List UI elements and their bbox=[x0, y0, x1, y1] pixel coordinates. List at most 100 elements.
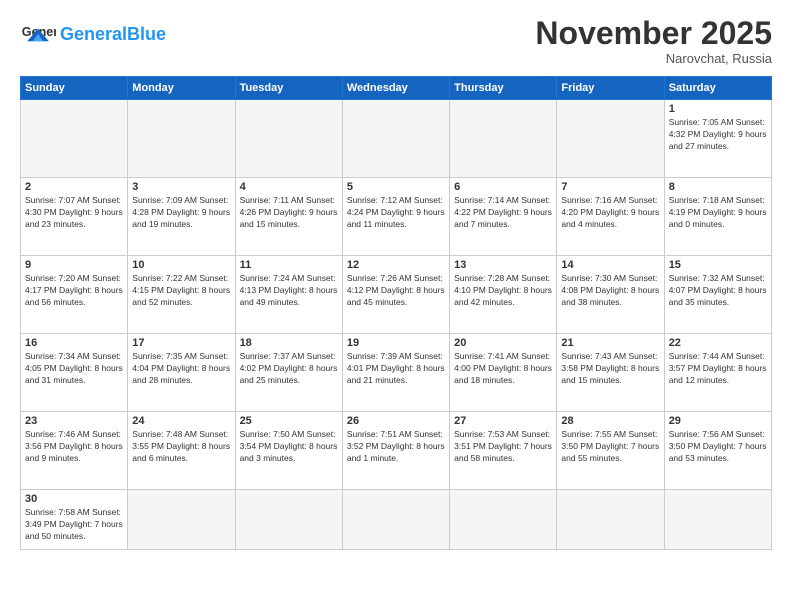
logo-text: GeneralBlue bbox=[60, 25, 166, 43]
calendar-cell: 16 Sunrise: 7:34 AM Sunset: 4:05 PM Dayli… bbox=[21, 334, 128, 412]
calendar-cell: 24 Sunrise: 7:48 AM Sunset: 3:55 PM Dayli… bbox=[128, 412, 235, 490]
calendar-cell: 26Sunrise: 7:51 AM Sunset: 3:52 PM Dayli… bbox=[342, 412, 449, 490]
day-number: 8 bbox=[669, 181, 767, 193]
calendar-cell: 7Sunrise: 7:16 AM Sunset: 4:20 PM Daylig… bbox=[557, 178, 664, 256]
day-number: 16 bbox=[25, 337, 123, 349]
column-header-wednesday: Wednesday bbox=[342, 77, 449, 100]
day-info: Sunrise: 7:34 AM Sunset: 4:05 PM Dayligh… bbox=[25, 351, 123, 387]
calendar-cell bbox=[450, 490, 557, 550]
day-info: Sunrise: 7:32 AM Sunset: 4:07 PM Dayligh… bbox=[669, 273, 767, 309]
day-number: 15 bbox=[669, 259, 767, 271]
day-number: 5 bbox=[347, 181, 445, 193]
week-row-3: 9 Sunrise: 7:20 AM Sunset: 4:17 PM Daylig… bbox=[21, 256, 772, 334]
day-info: Sunrise: 7:41 AM Sunset: 4:00 PM Dayligh… bbox=[454, 351, 552, 387]
calendar-cell: 1Sunrise: 7:05 AM Sunset: 4:32 PM Daylig… bbox=[664, 100, 771, 178]
calendar-cell: 4 Sunrise: 7:11 AM Sunset: 4:26 PM Daylig… bbox=[235, 178, 342, 256]
calendar-cell: 9 Sunrise: 7:20 AM Sunset: 4:17 PM Daylig… bbox=[21, 256, 128, 334]
title-block: November 2025 Narovchat, Russia bbox=[535, 16, 772, 66]
column-header-tuesday: Tuesday bbox=[235, 77, 342, 100]
calendar-cell: 28 Sunrise: 7:55 AM Sunset: 3:50 PM Dayli… bbox=[557, 412, 664, 490]
calendar-cell bbox=[235, 490, 342, 550]
calendar-header-row: SundayMondayTuesdayWednesdayThursdayFrid… bbox=[21, 77, 772, 100]
calendar-cell bbox=[664, 490, 771, 550]
day-info: Sunrise: 7:55 AM Sunset: 3:50 PM Dayligh… bbox=[561, 429, 659, 465]
day-info: Sunrise: 7:09 AM Sunset: 4:28 PM Dayligh… bbox=[132, 195, 230, 231]
day-number: 27 bbox=[454, 415, 552, 427]
day-number: 29 bbox=[669, 415, 767, 427]
page: General GeneralBlue November 2025 Narovc… bbox=[0, 0, 792, 612]
column-header-thursday: Thursday bbox=[450, 77, 557, 100]
calendar-cell: 6Sunrise: 7:14 AM Sunset: 4:22 PM Daylig… bbox=[450, 178, 557, 256]
day-number: 26 bbox=[347, 415, 445, 427]
day-info: Sunrise: 7:48 AM Sunset: 3:55 PM Dayligh… bbox=[132, 429, 230, 465]
calendar-cell bbox=[235, 100, 342, 178]
day-info: Sunrise: 7:07 AM Sunset: 4:30 PM Dayligh… bbox=[25, 195, 123, 231]
day-info: Sunrise: 7:30 AM Sunset: 4:08 PM Dayligh… bbox=[561, 273, 659, 309]
day-info: Sunrise: 7:20 AM Sunset: 4:17 PM Dayligh… bbox=[25, 273, 123, 309]
calendar-cell: 22Sunrise: 7:44 AM Sunset: 3:57 PM Dayli… bbox=[664, 334, 771, 412]
day-number: 6 bbox=[454, 181, 552, 193]
day-info: Sunrise: 7:11 AM Sunset: 4:26 PM Dayligh… bbox=[240, 195, 338, 231]
calendar-cell: 3 Sunrise: 7:09 AM Sunset: 4:28 PM Daylig… bbox=[128, 178, 235, 256]
column-header-friday: Friday bbox=[557, 77, 664, 100]
day-info: Sunrise: 7:18 AM Sunset: 4:19 PM Dayligh… bbox=[669, 195, 767, 231]
calendar-cell bbox=[342, 100, 449, 178]
day-number: 22 bbox=[669, 337, 767, 349]
header: General GeneralBlue November 2025 Narovc… bbox=[20, 16, 772, 66]
week-row-2: 2 Sunrise: 7:07 AM Sunset: 4:30 PM Daylig… bbox=[21, 178, 772, 256]
calendar-table: SundayMondayTuesdayWednesdayThursdayFrid… bbox=[20, 76, 772, 550]
day-info: Sunrise: 7:50 AM Sunset: 3:54 PM Dayligh… bbox=[240, 429, 338, 465]
day-info: Sunrise: 7:56 AM Sunset: 3:50 PM Dayligh… bbox=[669, 429, 767, 465]
calendar-cell: 29 Sunrise: 7:56 AM Sunset: 3:50 PM Dayli… bbox=[664, 412, 771, 490]
day-number: 30 bbox=[25, 493, 123, 505]
week-row-1: 1Sunrise: 7:05 AM Sunset: 4:32 PM Daylig… bbox=[21, 100, 772, 178]
day-number: 25 bbox=[240, 415, 338, 427]
day-info: Sunrise: 7:22 AM Sunset: 4:15 PM Dayligh… bbox=[132, 273, 230, 309]
day-number: 4 bbox=[240, 181, 338, 193]
logo-general: General bbox=[60, 24, 127, 44]
day-number: 20 bbox=[454, 337, 552, 349]
day-info: Sunrise: 7:39 AM Sunset: 4:01 PM Dayligh… bbox=[347, 351, 445, 387]
day-number: 21 bbox=[561, 337, 659, 349]
day-number: 2 bbox=[25, 181, 123, 193]
calendar-cell bbox=[450, 100, 557, 178]
calendar-cell: 12Sunrise: 7:26 AM Sunset: 4:12 PM Dayli… bbox=[342, 256, 449, 334]
day-number: 10 bbox=[132, 259, 230, 271]
calendar-cell: 14Sunrise: 7:30 AM Sunset: 4:08 PM Dayli… bbox=[557, 256, 664, 334]
logo: General GeneralBlue bbox=[20, 16, 166, 52]
location: Narovchat, Russia bbox=[535, 51, 772, 66]
day-number: 13 bbox=[454, 259, 552, 271]
day-info: Sunrise: 7:35 AM Sunset: 4:04 PM Dayligh… bbox=[132, 351, 230, 387]
calendar-cell: 18 Sunrise: 7:37 AM Sunset: 4:02 PM Dayli… bbox=[235, 334, 342, 412]
day-number: 18 bbox=[240, 337, 338, 349]
day-number: 28 bbox=[561, 415, 659, 427]
calendar-cell: 8 Sunrise: 7:18 AM Sunset: 4:19 PM Daylig… bbox=[664, 178, 771, 256]
day-info: Sunrise: 7:28 AM Sunset: 4:10 PM Dayligh… bbox=[454, 273, 552, 309]
day-info: Sunrise: 7:12 AM Sunset: 4:24 PM Dayligh… bbox=[347, 195, 445, 231]
calendar-cell: 20 Sunrise: 7:41 AM Sunset: 4:00 PM Dayli… bbox=[450, 334, 557, 412]
calendar-cell: 15 Sunrise: 7:32 AM Sunset: 4:07 PM Dayli… bbox=[664, 256, 771, 334]
day-info: Sunrise: 7:43 AM Sunset: 3:58 PM Dayligh… bbox=[561, 351, 659, 387]
week-row-5: 23Sunrise: 7:46 AM Sunset: 3:56 PM Dayli… bbox=[21, 412, 772, 490]
day-info: Sunrise: 7:58 AM Sunset: 3:49 PM Dayligh… bbox=[25, 507, 123, 543]
day-number: 3 bbox=[132, 181, 230, 193]
day-number: 23 bbox=[25, 415, 123, 427]
calendar-cell: 30 Sunrise: 7:58 AM Sunset: 3:49 PM Dayli… bbox=[21, 490, 128, 550]
calendar-cell: 13 Sunrise: 7:28 AM Sunset: 4:10 PM Dayli… bbox=[450, 256, 557, 334]
day-info: Sunrise: 7:53 AM Sunset: 3:51 PM Dayligh… bbox=[454, 429, 552, 465]
day-number: 19 bbox=[347, 337, 445, 349]
day-number: 17 bbox=[132, 337, 230, 349]
calendar-cell: 19 Sunrise: 7:39 AM Sunset: 4:01 PM Dayli… bbox=[342, 334, 449, 412]
day-info: Sunrise: 7:37 AM Sunset: 4:02 PM Dayligh… bbox=[240, 351, 338, 387]
day-number: 9 bbox=[25, 259, 123, 271]
calendar-cell bbox=[21, 100, 128, 178]
logo-icon: General bbox=[20, 16, 56, 52]
day-info: Sunrise: 7:26 AM Sunset: 4:12 PM Dayligh… bbox=[347, 273, 445, 309]
day-info: Sunrise: 7:16 AM Sunset: 4:20 PM Dayligh… bbox=[561, 195, 659, 231]
calendar-cell bbox=[128, 100, 235, 178]
calendar-cell: 27 Sunrise: 7:53 AM Sunset: 3:51 PM Dayli… bbox=[450, 412, 557, 490]
calendar-cell: 5 Sunrise: 7:12 AM Sunset: 4:24 PM Daylig… bbox=[342, 178, 449, 256]
day-number: 24 bbox=[132, 415, 230, 427]
calendar-cell bbox=[557, 490, 664, 550]
calendar-cell bbox=[342, 490, 449, 550]
